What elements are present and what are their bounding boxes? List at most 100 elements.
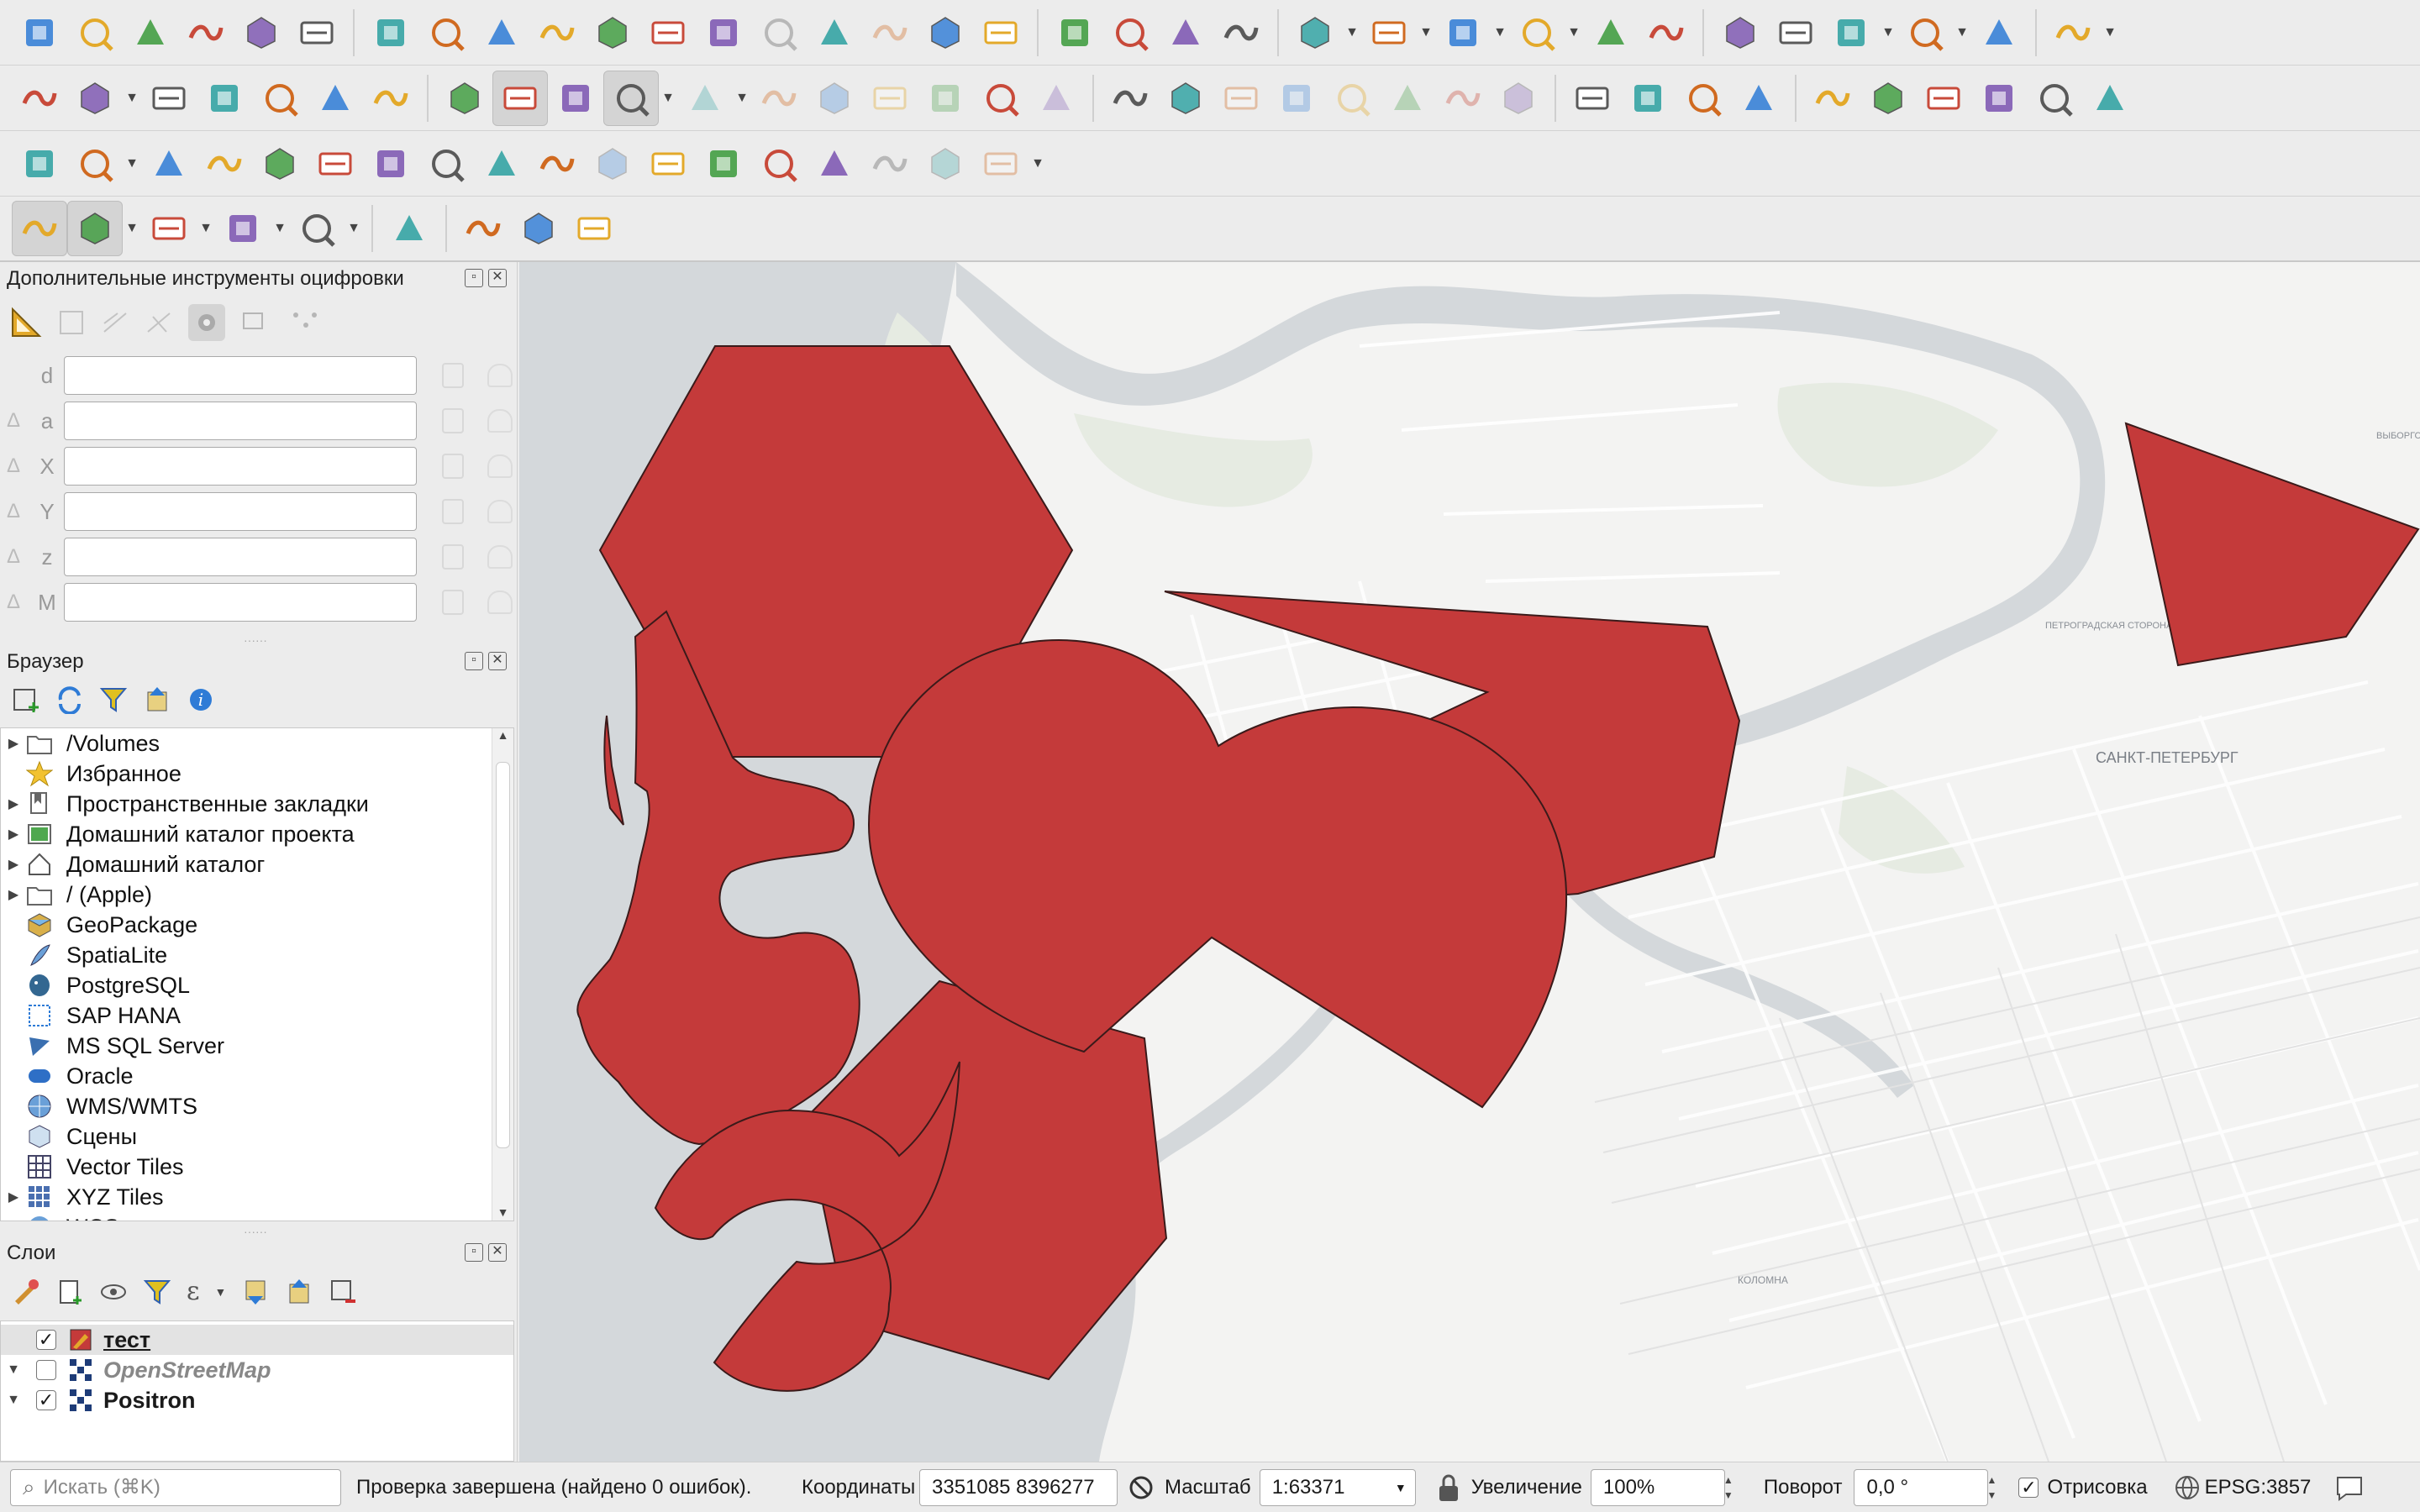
lock-icon[interactable] — [442, 363, 464, 388]
scroll-down-icon[interactable]: ▼ — [492, 1205, 513, 1219]
chevron-down-icon[interactable]: ▼ — [1953, 5, 1971, 60]
delete-part-button[interactable] — [474, 136, 529, 192]
add-feature-button[interactable] — [197, 71, 252, 126]
expand-arrow-icon[interactable]: ▶ — [1, 795, 26, 812]
chevron-down-icon[interactable]: ▼ — [123, 201, 141, 256]
new-shapefile-button[interactable] — [252, 71, 308, 126]
digitizing-input[interactable] — [64, 583, 417, 622]
relative-icon[interactable]: Δ — [7, 591, 30, 614]
pan-map-button[interactable] — [363, 5, 418, 60]
expand-arrow-icon[interactable]: ▶ — [1, 856, 26, 873]
digitizing-input[interactable] — [64, 356, 417, 395]
digitizing-input[interactable] — [64, 538, 417, 576]
refresh-icon[interactable] — [55, 685, 84, 714]
expression-filter-icon[interactable]: ε — [187, 1277, 200, 1306]
relative-icon[interactable]: Δ — [7, 454, 30, 478]
merge-selected-button[interactable] — [751, 136, 807, 192]
chevron-down-icon[interactable]: ▼ — [1395, 1481, 1407, 1494]
browser-item[interactable]: ▶ / (Apple) — [1, 879, 513, 910]
select-by-location-button[interactable] — [1509, 5, 1565, 60]
map-canvas[interactable]: САНКТ-ПЕТЕРБУРГ ПЕТРОГРАДСКАЯ СТОРОНА ВЫ… — [519, 262, 2420, 1462]
current-edits-button[interactable] — [437, 71, 492, 126]
new-print-layout-button[interactable] — [178, 5, 234, 60]
relative-icon[interactable]: Δ — [7, 500, 30, 523]
browser-item[interactable]: PostgreSQL — [1, 970, 513, 1000]
float-panel-icon[interactable]: ▫ — [465, 652, 483, 670]
delete-selected-button[interactable] — [751, 71, 807, 126]
close-panel-icon[interactable]: ✕ — [488, 269, 507, 287]
locate-button[interactable] — [2045, 5, 2101, 60]
splitter-handle[interactable]: ······ — [244, 1225, 267, 1238]
layer-visibility-checkbox[interactable]: ✓ — [36, 1389, 56, 1410]
gps-button[interactable] — [1676, 71, 1731, 126]
rotation-field[interactable]: 0,0 ° — [1854, 1468, 1989, 1506]
browser-item[interactable]: Vector Tiles — [1, 1152, 513, 1182]
fill-ring-button[interactable] — [363, 136, 418, 192]
relative-icon[interactable]: Δ — [7, 409, 30, 433]
modify-attributes-button[interactable] — [677, 71, 733, 126]
add-ring-button[interactable] — [252, 136, 308, 192]
layout-manager-button[interactable] — [234, 5, 289, 60]
temporal-controller-button[interactable] — [1158, 5, 1213, 60]
layer-visibility-checkbox[interactable] — [36, 1360, 56, 1380]
measure-button[interactable] — [1897, 5, 1953, 60]
snap-segment-button[interactable] — [141, 201, 197, 256]
wfs-button[interactable] — [1620, 71, 1676, 126]
chevron-down-icon[interactable]: ▼ — [215, 1285, 227, 1299]
offset-point-button[interactable] — [918, 136, 973, 192]
chevron-down-icon[interactable]: ▼ — [1565, 5, 1583, 60]
move-feature-button[interactable] — [67, 136, 123, 192]
float-panel-icon[interactable]: ▫ — [465, 269, 483, 287]
pan-to-selection-button[interactable] — [418, 5, 474, 60]
offset-curve-button[interactable] — [585, 136, 640, 192]
chevron-down-icon[interactable]: ▼ — [2101, 5, 2119, 60]
vertex-tool-button[interactable] — [141, 71, 197, 126]
globe-crs-icon[interactable] — [2173, 1473, 2202, 1502]
zoom-next-button[interactable] — [862, 5, 918, 60]
new-spatialite-button[interactable] — [308, 71, 363, 126]
deselect-button[interactable] — [1435, 5, 1491, 60]
repeating-lock-icon[interactable] — [487, 409, 513, 433]
enable-snapping-button[interactable] — [12, 201, 67, 256]
rotation-spinner[interactable]: ▲ ▼ — [1986, 1473, 2005, 1503]
style-manager-button[interactable] — [289, 5, 345, 60]
visibility-icon[interactable] — [99, 1278, 128, 1306]
move-label-button[interactable] — [1380, 71, 1435, 126]
floater-icon[interactable] — [240, 308, 274, 337]
add-polygon-button[interactable] — [603, 70, 659, 126]
chevron-down-icon[interactable]: ▼ — [123, 71, 141, 126]
filter-icon[interactable] — [99, 685, 128, 714]
repeating-lock-icon[interactable] — [487, 591, 513, 614]
repeating-lock-icon[interactable] — [487, 500, 513, 523]
digitizing-input[interactable] — [64, 492, 417, 531]
scroll-up-icon[interactable]: ▲ — [492, 728, 513, 742]
info-icon[interactable]: i — [187, 685, 215, 714]
highlight-labels-button[interactable] — [1269, 71, 1324, 126]
browser-item[interactable]: Сцены — [1, 1121, 513, 1152]
snap-area-button[interactable] — [215, 201, 271, 256]
new-virtual-layer-button[interactable] — [363, 71, 418, 126]
zoom-to-feature-button[interactable] — [511, 201, 566, 256]
save-project-button[interactable] — [123, 5, 178, 60]
expand-arrow-icon[interactable]: ▶ — [1, 735, 26, 752]
open-attribute-table-button[interactable] — [1823, 5, 1879, 60]
trim-extend-button[interactable] — [973, 136, 1028, 192]
chevron-down-icon[interactable]: ▼ — [123, 136, 141, 192]
digitizing-input[interactable] — [64, 402, 417, 440]
layer-row[interactable]: ▼ ✓ Positron — [1, 1385, 513, 1415]
scroll-thumb[interactable] — [496, 762, 510, 1148]
new-bookmark-button[interactable] — [1047, 5, 1102, 60]
settings-gear-button[interactable] — [188, 304, 225, 341]
chevron-down-icon[interactable]: ▼ — [1417, 5, 1435, 60]
browser-item[interactable]: ▶ XYZ Tiles — [1, 1182, 513, 1212]
browser-item[interactable]: ▶ Домашний каталог — [1, 849, 513, 879]
close-panel-icon[interactable]: ✕ — [488, 1243, 507, 1262]
layer-row[interactable]: ▼ OpenStreetMap — [1, 1355, 513, 1385]
refresh-button[interactable] — [1213, 5, 1269, 60]
map-svg[interactable]: САНКТ-ПЕТЕРБУРГ ПЕТРОГРАДСКАЯ СТОРОНА ВЫ… — [519, 262, 2420, 1462]
layer-visibility-checkbox[interactable]: ✓ — [36, 1329, 56, 1350]
digitize-button[interactable] — [67, 71, 123, 126]
rotate-point-symbols-button[interactable] — [862, 136, 918, 192]
messages-icon[interactable] — [2333, 1471, 2366, 1504]
digitizing-input[interactable] — [64, 447, 417, 486]
